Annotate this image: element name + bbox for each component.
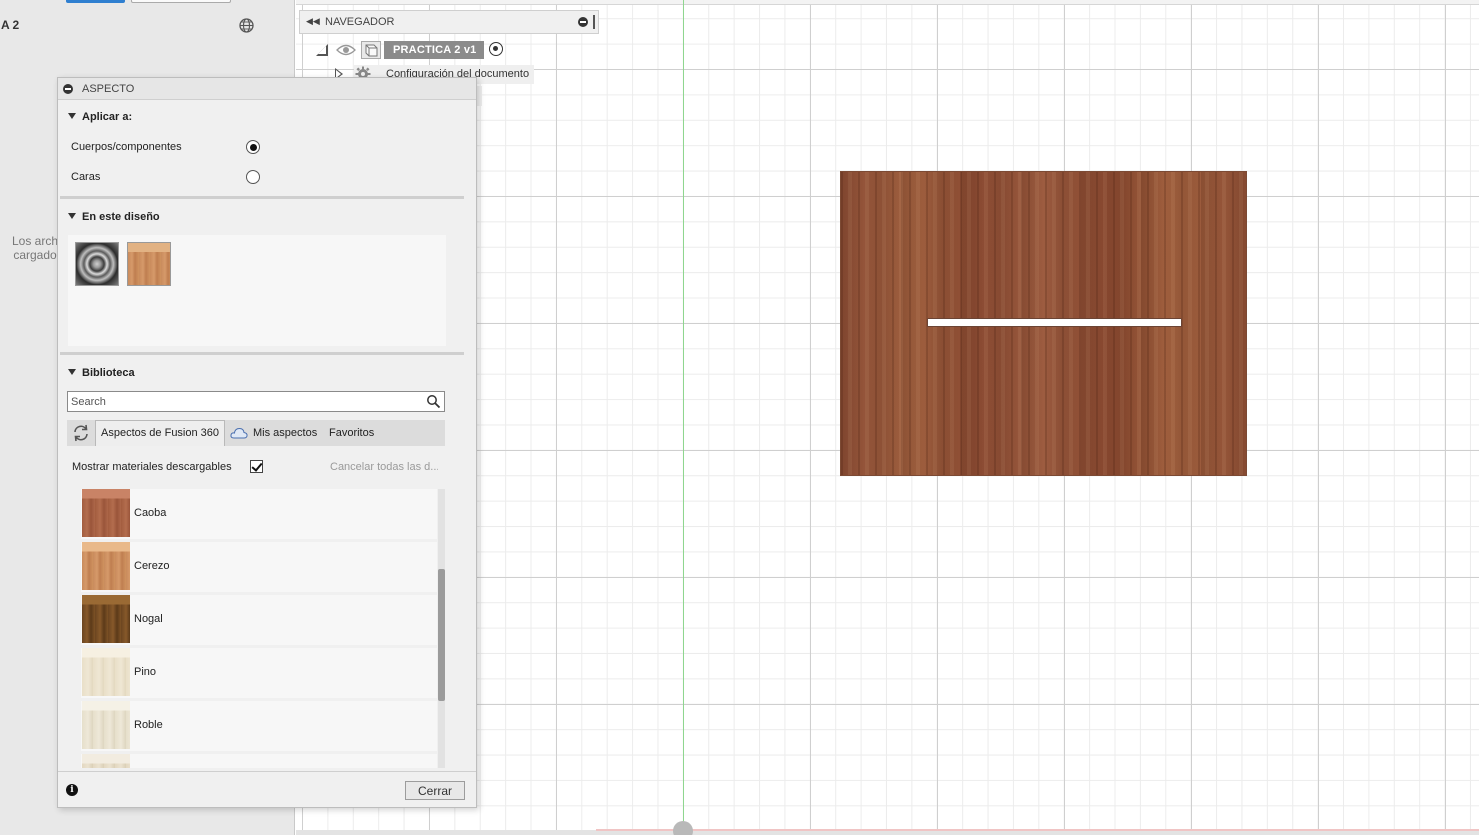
- search-icon[interactable]: [426, 394, 441, 409]
- browser-panel: ◀◀ NAVEGADOR: [299, 10, 599, 34]
- library-section-header[interactable]: Biblioteca: [68, 367, 135, 379]
- material-label: Pino: [134, 666, 157, 678]
- component-icon: [361, 41, 381, 59]
- search-box: [67, 391, 445, 412]
- chrome-material-thumbnail[interactable]: [75, 242, 119, 286]
- material-thumbnail: [82, 754, 130, 768]
- refresh-icon: [74, 424, 88, 442]
- material-item-cerezo[interactable]: Cerezo: [81, 542, 437, 592]
- viewport-top-ruler: [296, 0, 1479, 5]
- close-button[interactable]: Cerrar: [405, 781, 465, 800]
- in-design-materials: [68, 235, 446, 346]
- activate-component-radio[interactable]: [489, 42, 503, 56]
- material-item-caoba[interactable]: Caoba: [81, 489, 437, 539]
- material-thumbnail: [82, 648, 130, 696]
- section-divider: [60, 352, 464, 355]
- in-design-heading: En este diseño: [82, 211, 160, 223]
- empty-files-message-line2: cargado: [13, 248, 57, 262]
- empty-files-message-line1: Los arch: [12, 234, 58, 248]
- appearance-dialog: ASPECTO Aplicar a: Cuerpos/componentes C…: [57, 77, 477, 808]
- material-thumbnail: [82, 701, 130, 749]
- material-item-nogal[interactable]: Nogal: [81, 595, 437, 645]
- material-list: Caoba Cerezo Nogal Pino Roble: [81, 489, 437, 768]
- apply-to-section-header[interactable]: Aplicar a:: [68, 111, 132, 123]
- eye-icon[interactable]: [336, 43, 356, 57]
- material-thumbnail: [82, 542, 130, 590]
- material-item-roble[interactable]: Roble: [81, 701, 437, 751]
- y-axis-line: [683, 0, 684, 835]
- dialog-header[interactable]: ASPECTO: [58, 78, 476, 100]
- material-thumbnail: [82, 595, 130, 643]
- show-downloadable-label: Mostrar materiales descargables: [72, 461, 232, 473]
- material-thumbnail: [82, 489, 130, 537]
- minimize-icon[interactable]: [578, 17, 588, 27]
- option-bodies-components-radio[interactable]: [246, 140, 260, 154]
- material-label: Roble: [134, 719, 163, 731]
- empty-files-message: Los arch cargado: [12, 234, 58, 262]
- show-downloadable-checkbox[interactable]: [250, 460, 263, 473]
- cloud-icon: [230, 427, 248, 439]
- apply-to-heading: Aplicar a:: [82, 111, 133, 123]
- minimize-icon[interactable]: [63, 84, 73, 94]
- tab-my-appearances[interactable]: Mis aspectos: [253, 427, 317, 439]
- material-label: Cerezo: [134, 560, 170, 572]
- pin-icon[interactable]: [593, 15, 595, 29]
- collapse-triangle-icon[interactable]: [68, 213, 76, 220]
- dialog-title: ASPECTO: [82, 83, 135, 95]
- collapse-left-icon[interactable]: ◀◀: [306, 16, 320, 27]
- origin-marker[interactable]: [673, 821, 693, 835]
- in-design-section-header[interactable]: En este diseño: [68, 211, 160, 223]
- search-input[interactable]: [68, 392, 420, 411]
- expand-triangle-icon[interactable]: [316, 44, 328, 56]
- material-item-partial[interactable]: [81, 754, 437, 768]
- library-tabs: Aspectos de Fusion 360 Mis aspectos Favo…: [67, 420, 445, 446]
- dialog-footer: i Cerrar: [58, 771, 476, 807]
- section-divider: [60, 196, 464, 199]
- panel-top-button-primary[interactable]: [66, 0, 125, 3]
- wood-material-thumbnail[interactable]: [127, 242, 171, 286]
- option-faces-radio[interactable]: [246, 170, 260, 184]
- project-title: A 2: [1, 18, 20, 32]
- option-bodies-components-label: Cuerpos/componentes: [71, 141, 182, 153]
- panel-top-button-secondary[interactable]: [131, 0, 231, 3]
- material-list-scrollbar[interactable]: [438, 489, 445, 768]
- refresh-button[interactable]: [68, 421, 94, 445]
- option-faces-label: Caras: [71, 171, 101, 183]
- info-icon[interactable]: i: [66, 784, 78, 796]
- tree-root-row[interactable]: PRACTICA 2 v1: [312, 40, 512, 60]
- globe-icon[interactable]: [238, 17, 255, 34]
- cancel-all-downloads-link[interactable]: Cancelar todas las d...: [330, 461, 438, 473]
- collapse-triangle-icon[interactable]: [68, 369, 76, 376]
- collapse-triangle-icon[interactable]: [68, 113, 76, 120]
- board-slot[interactable]: [927, 318, 1182, 327]
- tab-fusion-appearances[interactable]: Aspectos de Fusion 360: [95, 420, 225, 446]
- root-component-label[interactable]: PRACTICA 2 v1: [384, 41, 484, 59]
- material-label: Caoba: [134, 507, 167, 519]
- material-item-pino[interactable]: Pino: [81, 648, 437, 698]
- tab-favorites[interactable]: Favoritos: [329, 427, 374, 439]
- scrollbar-thumb[interactable]: [438, 569, 445, 701]
- material-label: Nogal: [134, 613, 163, 625]
- library-heading: Biblioteca: [82, 367, 135, 379]
- browser-title: NAVEGADOR: [325, 16, 395, 28]
- x-axis-line: [596, 829, 1479, 831]
